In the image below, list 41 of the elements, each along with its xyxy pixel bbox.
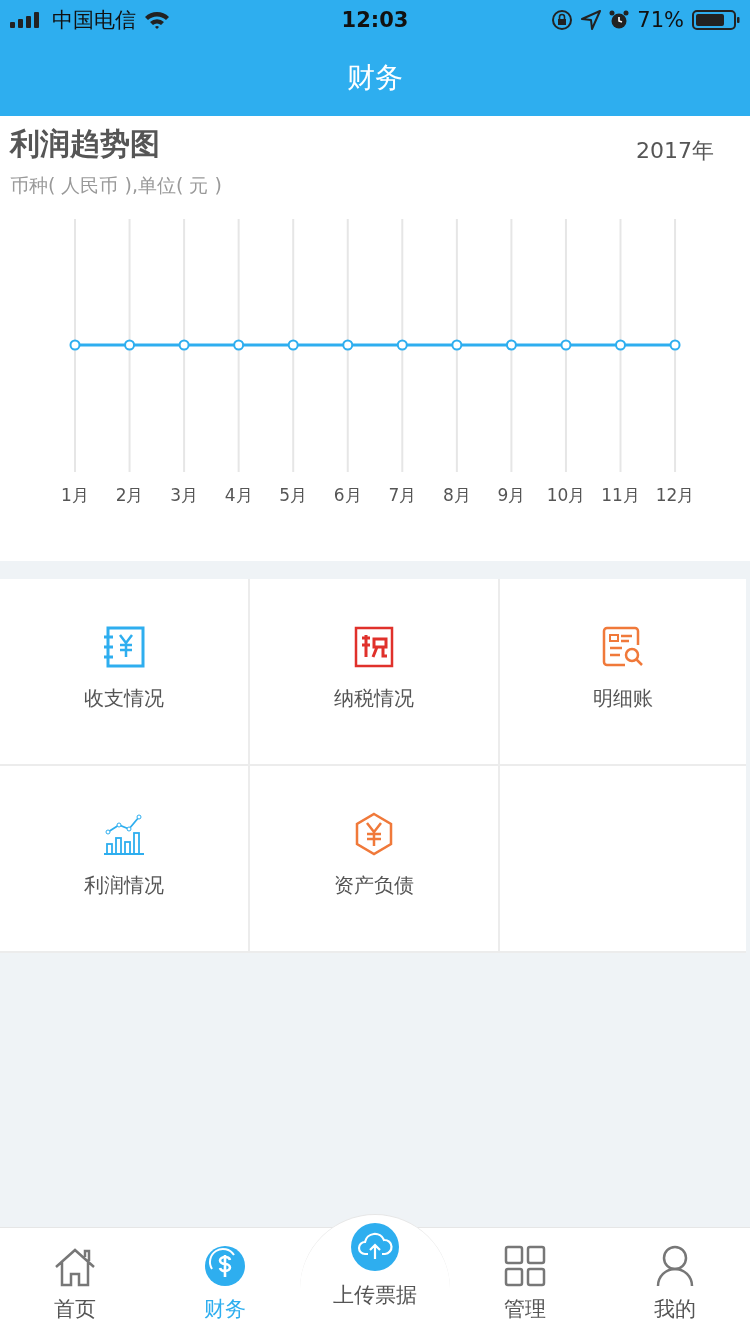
alarm-icon bbox=[609, 10, 630, 30]
menu-tile[interactable]: 资产负债 bbox=[250, 766, 498, 951]
month-label: 3月 bbox=[170, 485, 198, 505]
month-label: 10月 bbox=[546, 485, 586, 505]
month-label: 9月 bbox=[497, 485, 526, 505]
month-label: 6月 bbox=[333, 485, 362, 505]
ledger-icon bbox=[102, 625, 146, 669]
location-icon bbox=[581, 10, 602, 30]
month-label: 11月 bbox=[601, 485, 640, 505]
house-icon bbox=[53, 1247, 97, 1287]
month-label: 12月 bbox=[655, 485, 695, 505]
rotation-lock-icon bbox=[551, 9, 574, 31]
carrier-name: 中国电信 bbox=[52, 7, 136, 34]
menu-tile[interactable]: 明细账 bbox=[500, 579, 746, 764]
month-label: 8月 bbox=[442, 485, 471, 505]
tab-item[interactable]: 我的 bbox=[600, 1228, 750, 1333]
status-time: 12:03 bbox=[340, 8, 410, 32]
wifi-icon bbox=[144, 11, 170, 29]
menu-tile[interactable]: 纳税情况 bbox=[250, 579, 498, 764]
menu-tile[interactable]: 收支情况 bbox=[0, 579, 248, 764]
year-selector[interactable]: 2017年 bbox=[636, 136, 714, 166]
dollar-coin-icon bbox=[204, 1245, 246, 1287]
stamp-icon bbox=[352, 625, 396, 669]
battery-percent: 71% bbox=[637, 8, 684, 32]
menu-tile[interactable]: 利润情况 bbox=[0, 766, 248, 951]
battery-icon bbox=[692, 10, 740, 30]
person-icon bbox=[655, 1245, 695, 1287]
cloud-upload-icon bbox=[351, 1223, 399, 1271]
tab-item[interactable]: 首页 bbox=[0, 1228, 150, 1333]
month-label: 2月 bbox=[115, 485, 144, 505]
month-label: 4月 bbox=[224, 485, 253, 505]
month-label: 7月 bbox=[388, 485, 417, 505]
chart-title: 利润趋势图 bbox=[10, 125, 161, 163]
month-label: 1月 bbox=[61, 485, 89, 505]
page-title: 财务 bbox=[347, 60, 403, 96]
month-label: 5月 bbox=[279, 485, 308, 505]
document-search-icon bbox=[601, 625, 645, 669]
tab-item[interactable]: 管理 bbox=[450, 1228, 600, 1333]
grid-icon bbox=[504, 1245, 546, 1287]
bar-chart-icon bbox=[102, 812, 146, 856]
chart-subtitle: 币种( 人民币 ),单位( 元 ) bbox=[10, 173, 222, 198]
